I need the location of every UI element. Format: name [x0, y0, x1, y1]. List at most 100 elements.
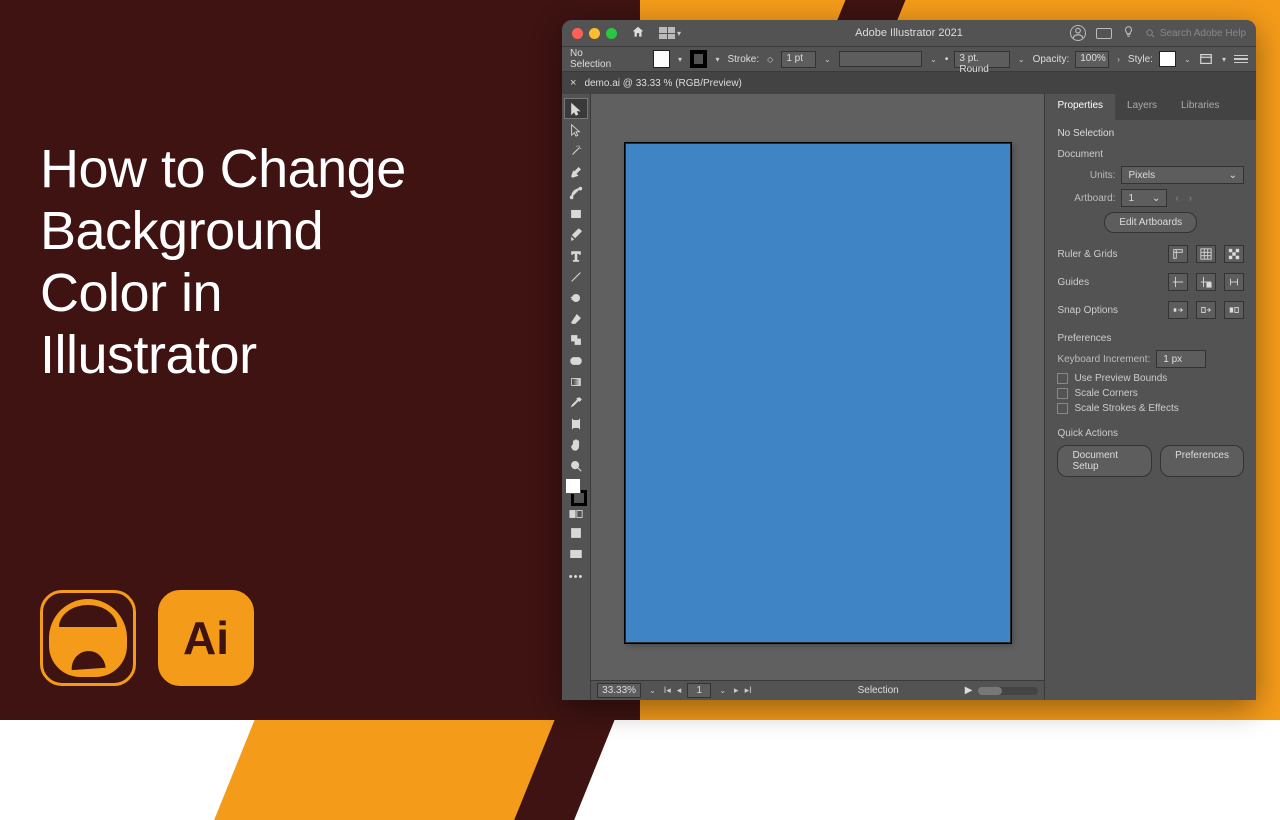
artboard[interactable]: [625, 143, 1011, 643]
illustrator-badge: Ai: [158, 590, 254, 686]
play-icon[interactable]: ▶: [965, 685, 973, 696]
curvature-tool[interactable]: [564, 182, 588, 203]
chevron-down-icon[interactable]: ▾: [1220, 55, 1228, 64]
stroke-profile-dropdown[interactable]: [839, 51, 923, 67]
style-swatch[interactable]: [1159, 51, 1176, 67]
snap-to-grid-icon[interactable]: [1196, 301, 1216, 319]
learn-icon[interactable]: [1122, 25, 1135, 41]
units-label: Units:: [1057, 170, 1115, 181]
chevron-down-icon[interactable]: ▾: [676, 55, 684, 64]
edit-artboards-button[interactable]: Edit Artboards: [1104, 212, 1197, 233]
stroke-weight-stepper[interactable]: ◇: [765, 55, 775, 64]
preferences-section: Preferences: [1057, 333, 1244, 344]
account-icon[interactable]: [1070, 25, 1086, 41]
document-setup-button[interactable]: Document Setup: [1057, 445, 1152, 477]
transparency-grid-icon[interactable]: [1224, 245, 1244, 263]
pen-tool[interactable]: [564, 161, 588, 182]
scale-corners-checkbox[interactable]: Scale Corners: [1057, 388, 1244, 399]
zoom-level[interactable]: 33.33%: [597, 683, 641, 698]
panel-selection-status: No Selection: [1057, 128, 1244, 139]
ruler-icon[interactable]: [1168, 245, 1188, 263]
arrange-windows-icon[interactable]: [1096, 28, 1112, 39]
eraser-tool[interactable]: [564, 308, 588, 329]
style-label: Style:: [1128, 54, 1153, 65]
chevron-down-icon[interactable]: ▾: [675, 29, 683, 38]
use-preview-bounds-checkbox[interactable]: Use Preview Bounds: [1057, 373, 1244, 384]
opacity-label: Opacity:: [1033, 54, 1070, 65]
properties-panel: Properties Layers Libraries No Selection…: [1044, 94, 1256, 700]
preferences-button[interactable]: Preferences: [1160, 445, 1244, 477]
paintbrush-tool[interactable]: [564, 224, 588, 245]
workspace-switcher[interactable]: [659, 27, 675, 39]
artboard-next-icon[interactable]: ›: [1187, 193, 1194, 204]
rectangle-tool[interactable]: [564, 203, 588, 224]
chevron-down-icon[interactable]: ⌄: [928, 55, 939, 64]
scale-strokes-checkbox[interactable]: Scale Strokes & Effects: [1057, 403, 1244, 414]
window-maximize-button[interactable]: [606, 28, 617, 39]
document-tab[interactable]: demo.ai @ 33.33 % (RGB/Preview): [584, 78, 741, 89]
guides-lock-icon[interactable]: [1196, 273, 1216, 291]
eyedropper-tool[interactable]: [564, 392, 588, 413]
snap-to-pixel-icon[interactable]: [1224, 301, 1244, 319]
color-mode-toggle[interactable]: [564, 506, 588, 522]
chevron-down-icon[interactable]: ⌄: [1182, 55, 1193, 64]
edit-toolbar-icon[interactable]: •••: [564, 566, 588, 587]
help-search[interactable]: Search Adobe Help: [1145, 28, 1246, 39]
snap-to-point-icon[interactable]: [1168, 301, 1188, 319]
artboard-label: Artboard:: [1057, 193, 1115, 204]
gradient-tool[interactable]: [564, 371, 588, 392]
units-dropdown[interactable]: Pixels⌄: [1121, 166, 1244, 184]
artboard-dropdown[interactable]: 1⌄: [1121, 189, 1167, 207]
artboard-nav-next[interactable]: ▸: [734, 685, 739, 696]
tab-libraries[interactable]: Libraries: [1169, 94, 1231, 120]
zoom-tool[interactable]: [564, 455, 588, 476]
tab-layers[interactable]: Layers: [1115, 94, 1169, 120]
chevron-down-icon[interactable]: ▾: [713, 55, 721, 64]
tutorial-title: How to Change Background Color in Illust…: [40, 138, 406, 386]
chevron-down-icon[interactable]: ⌄: [822, 55, 833, 64]
close-tab-icon[interactable]: ×: [570, 77, 576, 89]
selection-tool[interactable]: [564, 98, 588, 119]
artboard-number[interactable]: 1: [687, 683, 711, 698]
line-tool[interactable]: [564, 266, 588, 287]
fill-stroke-swatch[interactable]: [563, 478, 589, 506]
artboard-nav-prev[interactable]: ◂: [677, 685, 682, 696]
home-icon[interactable]: [631, 25, 645, 42]
artboard-tool[interactable]: [564, 413, 588, 434]
titlebar: ▾ Adobe Illustrator 2021 Search Adobe He…: [562, 20, 1256, 46]
brush-profile[interactable]: 3 pt. Round: [954, 51, 1009, 68]
stroke-weight-input[interactable]: 1 pt: [781, 51, 816, 68]
canvas-area[interactable]: 33.33%⌄ I◂ ◂ 1⌄ ▸ ▸I Selection ▶: [591, 94, 1044, 700]
artboard-nav-first[interactable]: I◂: [664, 685, 671, 696]
shape-builder-tool[interactable]: [564, 350, 588, 371]
scale-tool[interactable]: [564, 329, 588, 350]
draw-mode-icon[interactable]: [564, 522, 588, 543]
type-tool[interactable]: [564, 245, 588, 266]
snap-options-section: Snap Options: [1057, 305, 1118, 316]
tab-properties[interactable]: Properties: [1045, 94, 1115, 120]
window-close-button[interactable]: [572, 28, 583, 39]
chevron-down-icon[interactable]: ⌄: [1016, 55, 1027, 64]
magic-wand-tool[interactable]: [564, 140, 588, 161]
chevron-right-icon[interactable]: ›: [1115, 55, 1122, 64]
opacity-input[interactable]: 100%: [1075, 51, 1109, 68]
window-minimize-button[interactable]: [589, 28, 600, 39]
chevron-down-icon[interactable]: ⌄: [647, 686, 658, 695]
hand-tool[interactable]: [564, 434, 588, 455]
panel-menu-icon[interactable]: [1234, 55, 1248, 64]
screen-mode-icon[interactable]: [564, 543, 588, 564]
chevron-down-icon[interactable]: ⌄: [717, 686, 728, 695]
rotate-tool[interactable]: [564, 287, 588, 308]
document-setup-icon[interactable]: [1199, 52, 1214, 66]
grid-icon[interactable]: [1196, 245, 1216, 263]
horizontal-scrollbar[interactable]: [978, 687, 1038, 695]
guides-show-icon[interactable]: [1168, 273, 1188, 291]
smart-guides-icon[interactable]: [1224, 273, 1244, 291]
keyboard-increment-input[interactable]: [1156, 350, 1206, 368]
author-badge: [40, 590, 136, 686]
artboard-nav-last[interactable]: ▸I: [745, 685, 752, 696]
fill-swatch[interactable]: [653, 50, 670, 68]
artboard-prev-icon[interactable]: ‹: [1173, 193, 1180, 204]
stroke-swatch[interactable]: [690, 50, 707, 68]
direct-selection-tool[interactable]: [564, 119, 588, 140]
